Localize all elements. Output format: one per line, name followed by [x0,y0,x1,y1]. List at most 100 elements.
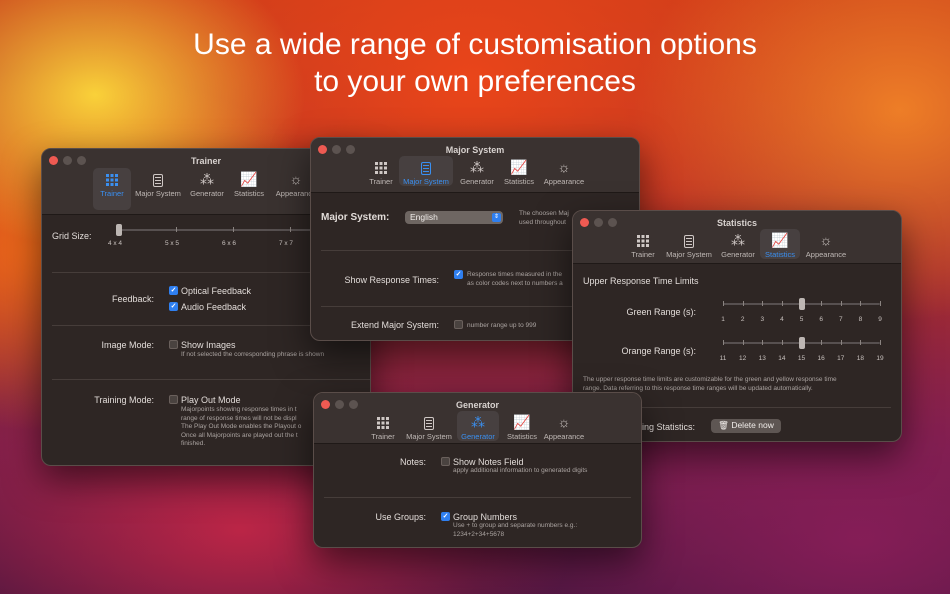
window-title: Generator [455,400,499,410]
slider-tick [762,301,764,306]
slider-knob[interactable] [798,337,805,349]
delete-now-button[interactable]: 🗑 Delete now [711,419,781,433]
tab-appearance[interactable]: ☼ Appearance [540,156,588,198]
slider-tick [821,301,823,306]
slider-tick [840,340,842,345]
tab-statistics[interactable]: 📈 Statistics [760,229,800,259]
group-numbers-checkbox[interactable]: ✓ [441,512,450,521]
headline-line-2: to your own preferences [314,65,636,98]
show-images-checkbox[interactable] [169,340,178,349]
audio-feedback-label: Audio Feedback [181,302,247,312]
show-response-times-checkbox[interactable]: ✓ [454,270,463,279]
grid-icon [93,168,131,190]
tab-appearance[interactable]: ☼ Appearance [802,229,850,271]
window-title: Statistics [716,218,758,228]
tab-major-system[interactable]: Major System [665,229,713,271]
green-range-slider[interactable] [723,298,881,310]
orange-range-slider[interactable] [723,337,881,349]
grid-tick-label: 7 x 7 [278,240,294,247]
sun-icon: ☼ [819,232,833,248]
image-mode-label: Image Mode: [101,340,154,350]
magic-wand-icon: ⁂ [470,159,484,175]
tab-statistics[interactable]: 📈 Statistics [495,156,543,198]
tab-trainer[interactable]: Trainer [619,229,667,271]
tab-major-system[interactable]: Major System [405,411,453,453]
show-notes-field-label: Show Notes Field [453,457,524,467]
slider-tick-label: 9 [878,316,882,323]
titlebar: Generator Trainer Major System ⁂ Generato… [314,393,641,444]
slider-tick-label: 8 [858,316,863,323]
play-out-description: Majorpoints showing response times in tr… [181,406,302,447]
feedback-label: Feedback: [111,294,154,304]
slider-tick [821,340,823,345]
slider-tick-label: 15 [797,355,806,362]
show-notes-field-checkbox[interactable] [441,457,450,466]
extend-major-system-label: Extend Major System: [350,320,439,330]
audio-feedback-checkbox[interactable]: ✓ [169,302,178,311]
slider-tick-label: 5 [799,316,804,323]
slider-tick [762,340,764,345]
notes-label: Notes: [399,457,426,467]
notes-description: apply additional information to generate… [453,467,588,474]
play-out-mode-checkbox[interactable] [169,395,178,404]
chevron-up-down-icon: ⇕ [492,213,501,222]
slider-tick-label: 19 [876,355,884,362]
book-icon [134,168,182,190]
major-system-select[interactable]: English ⇕ [405,211,503,224]
chart-icon: 📈 [771,232,789,248]
tab-generator[interactable]: ⁂ Generator [183,168,231,210]
tab-statistics[interactable]: 📈 Statistics [225,168,273,210]
slider-knob[interactable] [798,298,805,310]
slider-tick [723,340,724,345]
slider-tick [840,301,842,306]
tab-generator[interactable]: ⁂ Generator [453,156,501,198]
slider-tick [742,340,744,345]
extend-major-system-description: number range up to 999 [467,322,537,329]
magic-wand-icon: ⁂ [731,232,745,248]
slider-tick-label: 17 [837,355,845,362]
optical-feedback-checkbox[interactable]: ✓ [169,286,178,295]
sun-icon: ☼ [557,159,571,175]
tab-trainer[interactable]: Trainer [93,168,131,210]
book-icon [665,229,713,251]
slider-tick [742,301,744,306]
tab-appearance[interactable]: ☼ Appearance [540,411,588,453]
optical-feedback-label: Optical Feedback [181,286,252,296]
tab-trainer[interactable]: Trainer [357,156,405,198]
tab-trainer[interactable]: Trainer [359,411,407,453]
book-icon [399,156,453,178]
grid-size-label: Grid Size: [52,231,92,241]
chart-icon: 📈 [510,159,528,175]
major-system-label: Major System: [321,212,390,223]
tab-statistics[interactable]: 📈 Statistics [498,411,546,453]
slider-tick-label: 3 [760,316,765,323]
book-icon [405,411,453,433]
trash-icon: 🗑 [718,420,729,430]
show-response-times-label: Show Response Times: [344,275,439,285]
slider-tick [880,340,881,345]
show-images-description: If not selected the corresponding phrase… [181,351,325,358]
tab-major-system[interactable]: Major System [399,156,453,186]
slider-tick-label: 6 [819,316,823,323]
use-groups-label: Use Groups: [375,512,426,522]
tab-major-system[interactable]: Major System [134,168,182,210]
sun-icon: ☼ [557,414,571,430]
grid-icon [359,411,407,433]
slider-tick [781,340,783,345]
response-times-description: Response times measured in the as color c… [467,271,563,287]
slider-tick-label: 14 [778,355,786,362]
slider-knob[interactable] [116,224,122,236]
tab-generator[interactable]: ⁂ Generator [714,229,762,271]
slider-tick-label: 4 [780,316,784,323]
generator-window: Generator Trainer Major System ⁂ Generato… [313,392,642,548]
slider-tick [860,340,862,345]
tab-generator[interactable]: ⁂ Generator [457,411,499,441]
magic-wand-icon: ⁂ [471,414,485,430]
slider-tick-label: 18 [856,355,864,362]
extend-major-system-checkbox[interactable] [454,320,463,329]
range-description: The upper response time limits are custo… [583,376,837,392]
slider-tick-label: 12 [739,355,747,362]
play-out-mode-label: Play Out Mode [181,395,241,405]
slider-tick-label: 16 [817,355,825,362]
slider-tick-label: 1 [721,316,725,323]
